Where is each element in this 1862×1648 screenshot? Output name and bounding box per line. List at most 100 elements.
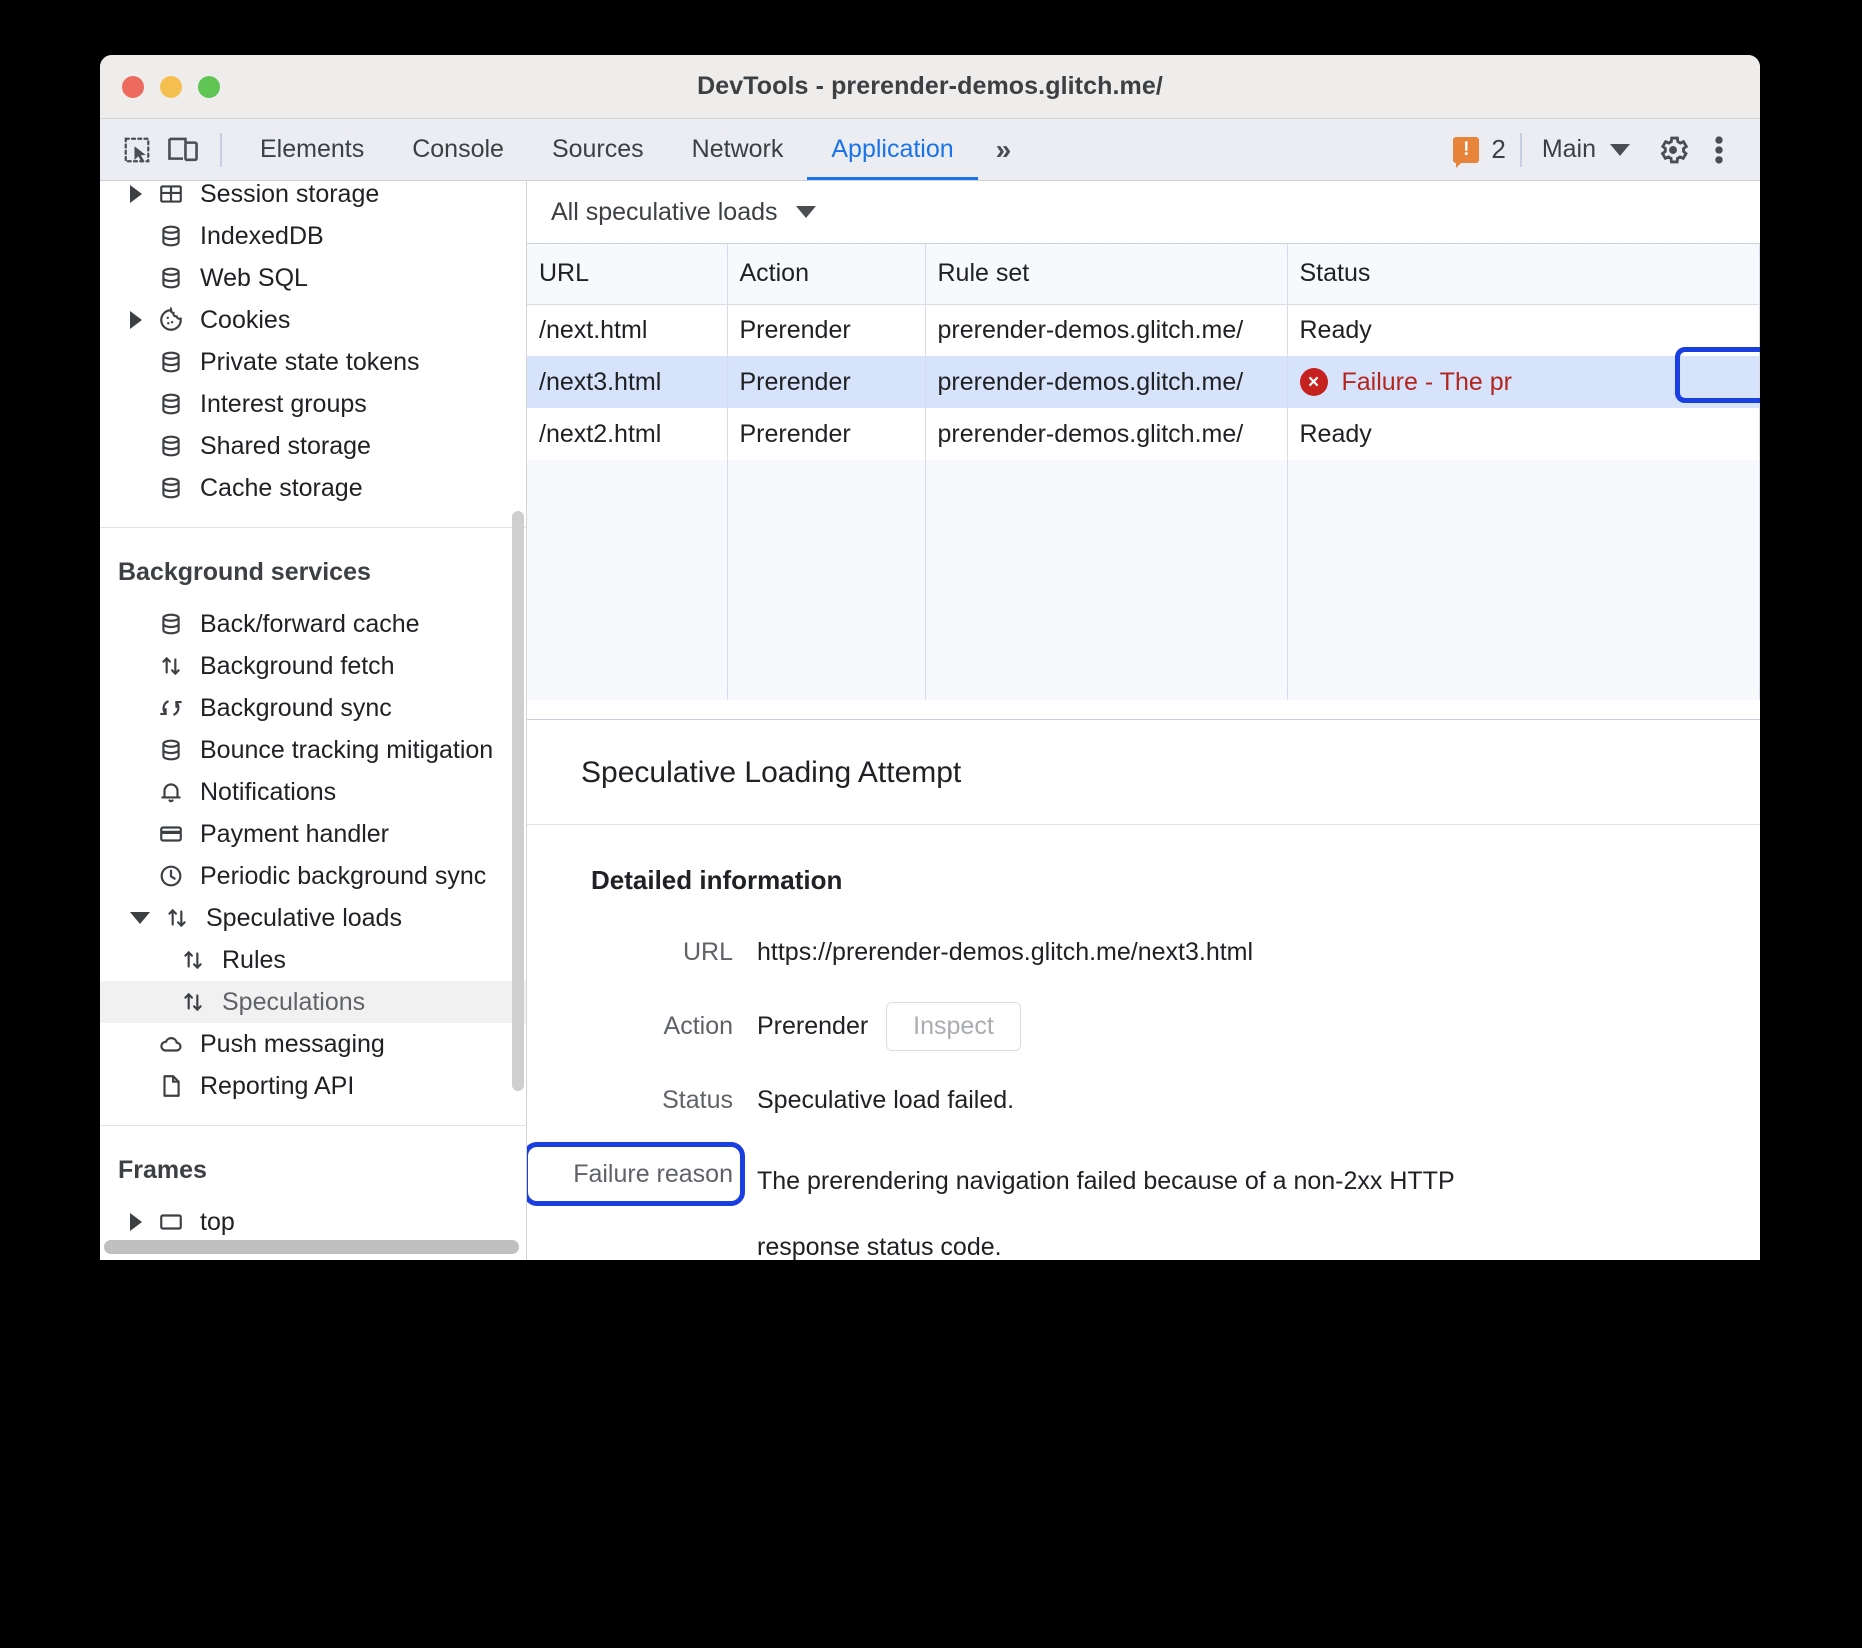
chevron-right-icon[interactable] xyxy=(130,1213,142,1231)
cell-url: /next3.html xyxy=(527,356,727,408)
chevron-down-icon[interactable] xyxy=(130,912,150,924)
sidebar-item-session-storage[interactable]: Session storage xyxy=(100,181,526,215)
table-icon xyxy=(154,181,188,207)
cell-action: Prerender xyxy=(727,304,925,356)
cell-empty xyxy=(527,460,727,700)
background-services-title: Background services xyxy=(100,528,526,603)
failure-reason-annotation-box xyxy=(527,1142,745,1206)
chevron-right-icon[interactable] xyxy=(130,185,142,203)
sidebar-item-periodic-background-sync[interactable]: Periodic background sync xyxy=(100,855,526,897)
table-row[interactable]: /next.html Prerender prerender-demos.gli… xyxy=(527,304,1760,356)
sidebar-item-label: Periodic background sync xyxy=(200,862,486,891)
detail-subtitle: Detailed information xyxy=(527,825,1760,896)
speculations-table: URL Action Rule set Status /next.html Pr… xyxy=(527,244,1760,700)
filter-bar: All speculative loads xyxy=(527,181,1760,243)
tab-sources[interactable]: Sources xyxy=(528,119,668,180)
tab-network[interactable]: Network xyxy=(668,119,808,180)
sidebar-scroll-area: Session storage IndexedDB xyxy=(100,181,526,1260)
sidebar-item-private-state-tokens[interactable]: Private state tokens xyxy=(100,341,526,383)
sidebar-item-cache-storage[interactable]: Cache storage xyxy=(100,467,526,509)
tab-console[interactable]: Console xyxy=(388,119,528,180)
error-icon: × xyxy=(1300,368,1328,396)
cell-ruleset: prerender-demos.glitch.me/ xyxy=(925,356,1287,408)
sidebar-item-label: Bounce tracking mitigation xyxy=(200,736,493,765)
sidebar-item-interest-groups[interactable]: Interest groups xyxy=(100,383,526,425)
sidebar-item-speculative-loads[interactable]: Speculative loads xyxy=(100,897,526,939)
frames-title: Frames xyxy=(100,1126,526,1201)
tab-elements[interactable]: Elements xyxy=(236,119,388,180)
sidebar-item-label: top xyxy=(200,1208,235,1237)
sidebar-item-label: Cache storage xyxy=(200,474,363,503)
sidebar-item-label: Background sync xyxy=(200,694,392,723)
sidebar-item-reporting-api[interactable]: Reporting API xyxy=(100,1065,526,1107)
cell-url: /next.html xyxy=(527,304,727,356)
more-tabs-icon[interactable]: » xyxy=(978,119,1030,180)
sidebar-item-label: Notifications xyxy=(200,778,336,807)
sidebar-item-background-fetch[interactable]: Background fetch xyxy=(100,645,526,687)
sidebar-item-notifications[interactable]: Notifications xyxy=(100,771,526,813)
database-icon xyxy=(154,349,188,375)
sidebar-item-label: Rules xyxy=(222,946,286,975)
gear-icon[interactable] xyxy=(1650,128,1696,172)
detail-row-failure-reason: Failure reason The prerendering navigati… xyxy=(527,1148,1760,1260)
devtools-body: Session storage IndexedDB xyxy=(100,181,1760,1260)
sidebar-item-web-sql[interactable]: Web SQL xyxy=(100,257,526,299)
cell-empty xyxy=(1287,460,1760,700)
sidebar-item-top-frame[interactable]: top xyxy=(100,1201,526,1243)
speculative-loads-filter[interactable]: All speculative loads xyxy=(543,194,824,231)
warning-icon: ! xyxy=(1453,137,1479,163)
updown-arrows-icon xyxy=(176,947,210,973)
sidebar-item-shared-storage[interactable]: Shared storage xyxy=(100,425,526,467)
sidebar-item-label: Speculations xyxy=(222,988,365,1017)
updown-arrows-icon xyxy=(176,989,210,1015)
filter-label: All speculative loads xyxy=(551,198,778,227)
detail-list: URL https://prerender-demos.glitch.me/ne… xyxy=(527,896,1760,1260)
scrollbar-thumb[interactable] xyxy=(104,1240,519,1254)
context-selector[interactable]: Main xyxy=(1536,135,1636,164)
detail-label-url: URL xyxy=(527,926,757,978)
detail-label-action: Action xyxy=(527,1000,757,1052)
kebab-menu-icon[interactable] xyxy=(1696,128,1742,172)
sidebar-item-bounce-tracking-mitigation[interactable]: Bounce tracking mitigation xyxy=(100,729,526,771)
chevron-down-icon xyxy=(796,206,816,218)
table-row[interactable]: /next3.html Prerender prerender-demos.gl… xyxy=(527,356,1760,408)
sidebar-item-indexeddb[interactable]: IndexedDB xyxy=(100,215,526,257)
sidebar-item-rules[interactable]: Rules xyxy=(100,939,526,981)
database-icon xyxy=(154,737,188,763)
cell-action: Prerender xyxy=(727,356,925,408)
sidebar-item-label: IndexedDB xyxy=(200,222,324,251)
sidebar-item-label: Cookies xyxy=(200,306,290,335)
cell-ruleset: prerender-demos.glitch.me/ xyxy=(925,304,1287,356)
device-toolbar-icon[interactable] xyxy=(160,128,206,172)
detail-panel: Speculative Loading Attempt Detailed inf… xyxy=(527,719,1760,1260)
sidebar-vertical-scrollbar[interactable] xyxy=(512,511,524,1091)
inspect-button[interactable]: Inspect xyxy=(886,1002,1021,1051)
inspect-element-icon[interactable] xyxy=(114,128,160,172)
sidebar-item-speculations[interactable]: Speculations xyxy=(100,981,526,1023)
database-icon xyxy=(154,611,188,637)
column-header-url[interactable]: URL xyxy=(527,244,727,304)
sidebar-item-back-forward-cache[interactable]: Back/forward cache xyxy=(100,603,526,645)
table-row[interactable]: /next2.html Prerender prerender-demos.gl… xyxy=(527,408,1760,460)
column-header-status[interactable]: Status xyxy=(1287,244,1760,304)
table-body: /next.html Prerender prerender-demos.gli… xyxy=(527,304,1760,700)
toolbar-divider xyxy=(220,133,222,167)
warning-count: 2 xyxy=(1491,134,1505,165)
sidebar-item-label: Back/forward cache xyxy=(200,610,420,639)
sidebar-item-payment-handler[interactable]: Payment handler xyxy=(100,813,526,855)
chevron-down-icon xyxy=(1610,144,1630,156)
sidebar-item-push-messaging[interactable]: Push messaging xyxy=(100,1023,526,1065)
sidebar-item-cookies[interactable]: Cookies xyxy=(100,299,526,341)
detail-label-status: Status xyxy=(527,1074,757,1126)
column-header-ruleset[interactable]: Rule set xyxy=(925,244,1287,304)
warning-indicator[interactable]: ! 2 xyxy=(1453,134,1505,165)
detail-value-action: Prerender Inspect xyxy=(757,1000,1021,1052)
cell-status: Ready xyxy=(1287,304,1760,356)
column-header-action[interactable]: Action xyxy=(727,244,925,304)
chevron-right-icon[interactable] xyxy=(130,311,142,329)
sidebar-item-background-sync[interactable]: Background sync xyxy=(100,687,526,729)
tab-application[interactable]: Application xyxy=(807,119,977,180)
document-icon xyxy=(154,1073,188,1099)
sidebar-horizontal-scrollbar[interactable] xyxy=(100,1240,522,1254)
sidebar-item-label: Reporting API xyxy=(200,1072,354,1101)
